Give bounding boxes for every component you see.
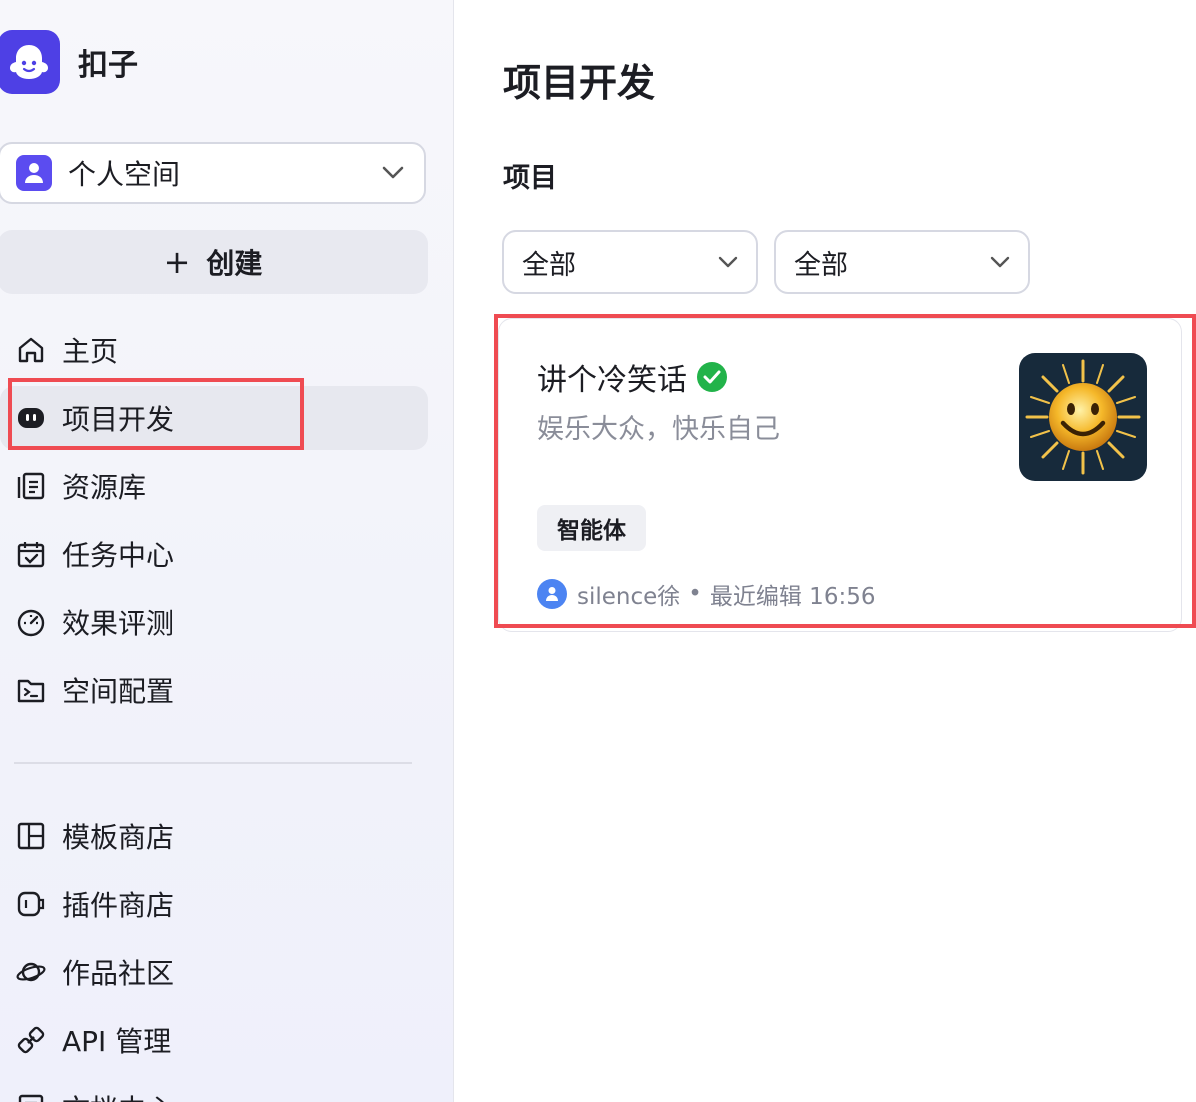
brand[interactable]: 扣子 [0, 30, 138, 94]
library-icon [14, 469, 48, 503]
sidebar-item-tasks[interactable]: 任务中心 [0, 522, 428, 586]
sidebar-item-label: 任务中心 [62, 539, 175, 572]
link-icon [14, 1023, 48, 1057]
sidebar-item-label: 效果评测 [62, 607, 175, 640]
project-description: 娱乐大众，快乐自己 [537, 414, 780, 445]
sidebar-item-label: 文档中心 [62, 1088, 174, 1102]
speedometer-icon [14, 605, 48, 639]
sidebar-item-label: 空间配置 [62, 675, 175, 708]
sidebar-item-community[interactable]: 作品社区 [0, 940, 428, 1004]
meta-separator: • [688, 581, 702, 607]
project-name: 讲个冷笑话 [537, 363, 687, 398]
user-avatar-icon [16, 155, 52, 191]
sidebar-item-home[interactable]: 主页 [0, 318, 428, 382]
sidebar-item-api[interactable]: API 管理 [0, 1008, 428, 1072]
sidebar-item-evaluation[interactable]: 效果评测 [0, 590, 428, 654]
folder-terminal-icon [14, 673, 48, 707]
sidebar-item-label: 主页 [62, 335, 119, 368]
card-title-row: 讲个冷笑话 [537, 355, 727, 399]
sidebar-item-docs[interactable]: 文档中心 [0, 1076, 428, 1102]
planet-icon [14, 955, 48, 989]
filter-select-type[interactable]: 全部 [502, 230, 758, 294]
filter-value: 全部 [522, 249, 576, 281]
workspace-selector[interactable]: 个人空间 [0, 142, 426, 204]
sidebar-item-library[interactable]: 资源库 [0, 454, 428, 518]
sidebar: 扣子 个人空间 + 创建 主页 项目开发 资源库 任务中心 效果评测 空间配置 … [0, 0, 454, 1102]
workspace-label: 个人空间 [68, 158, 181, 191]
app-name: 扣子 [78, 48, 138, 83]
sidebar-item-label: 插件商店 [62, 889, 175, 922]
filter-value: 全部 [794, 249, 848, 281]
sidebar-item-space-config[interactable]: 空间配置 [0, 658, 428, 722]
chevron-down-icon [718, 256, 738, 268]
section-title: 项目 [503, 163, 557, 194]
ghost-logo-icon [0, 30, 60, 94]
plugin-icon [14, 887, 48, 921]
template-grid-icon [14, 819, 48, 853]
verified-check-icon [697, 362, 727, 392]
sidebar-item-label: API 管理 [62, 1025, 172, 1058]
project-type-tag: 智能体 [537, 505, 646, 551]
page-title: 项目开发 [503, 61, 656, 105]
sidebar-item-label: 项目开发 [62, 403, 175, 436]
sidebar-item-label: 模板商店 [62, 821, 175, 854]
chevron-down-icon [382, 166, 404, 180]
sidebar-item-label: 资源库 [62, 471, 147, 504]
project-card[interactable]: 讲个冷笑话 娱乐大众，快乐自己 智能体 silence徐 • 最近编辑 16:5… [498, 318, 1182, 632]
sidebar-item-project-dev[interactable]: 项目开发 [0, 386, 428, 450]
create-button[interactable]: + 创建 [0, 230, 428, 294]
sidebar-item-label: 作品社区 [62, 957, 175, 990]
document-icon [14, 1091, 48, 1102]
plus-icon: + [163, 243, 191, 281]
sidebar-item-plugin-store[interactable]: 插件商店 [0, 872, 428, 936]
last-edited: 最近编辑 16:56 [709, 584, 876, 610]
project-meta: silence徐 • 最近编辑 16:56 [537, 577, 875, 611]
chevron-down-icon [990, 256, 1010, 268]
project-dev-icon [14, 401, 48, 435]
sidebar-divider [14, 762, 412, 764]
sidebar-item-template-store[interactable]: 模板商店 [0, 804, 428, 868]
author-avatar-icon [537, 579, 567, 609]
create-button-label: 创建 [206, 247, 263, 280]
author-name: silence徐 [577, 584, 681, 610]
smiling-sun-icon [1019, 353, 1147, 481]
filter-select-status[interactable]: 全部 [774, 230, 1030, 294]
task-calendar-icon [14, 537, 48, 571]
home-icon [14, 333, 48, 367]
